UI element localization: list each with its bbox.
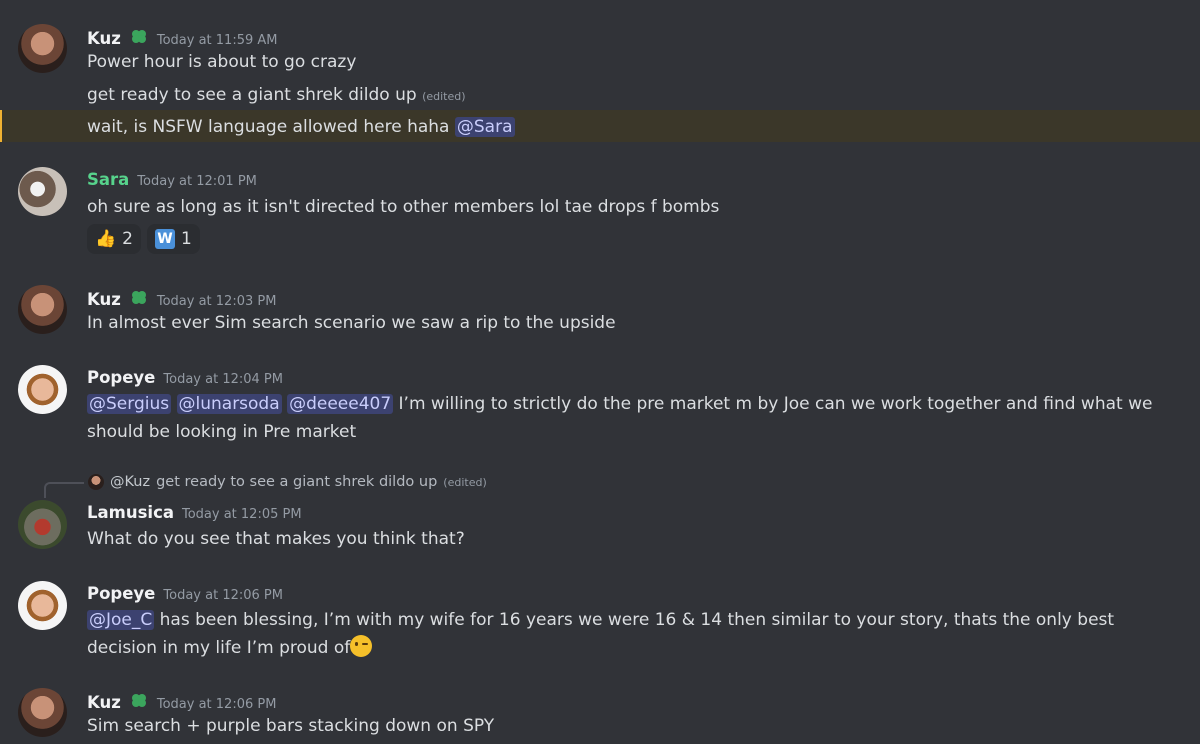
timestamp[interactable]: Today at 12:04 PM [163, 372, 283, 387]
avatar[interactable] [18, 500, 67, 549]
winking-face-icon [350, 635, 373, 657]
message-text: @Joe_C has been blessing, I’m with my wi… [87, 606, 1187, 662]
author-name[interactable]: Popeye [87, 584, 155, 603]
user-mention[interactable]: @deeee407 [287, 394, 394, 414]
author-name[interactable]: Popeye [87, 368, 155, 387]
avatar[interactable] [18, 24, 67, 73]
message-text: What do you see that makes you think tha… [87, 529, 465, 549]
timestamp[interactable]: Today at 12:01 PM [137, 174, 257, 189]
message-header: Kuz Today at 12:06 PM [87, 690, 276, 712]
author-name[interactable]: Kuz [87, 693, 121, 712]
reaction-count: 2 [122, 229, 133, 249]
timestamp[interactable]: Today at 12:03 PM [157, 294, 277, 309]
user-mention[interactable]: @Sergius [87, 394, 172, 414]
message-text: Sim search + purple bars stacking down o… [87, 716, 495, 736]
edited-label: (edited) [443, 475, 487, 489]
avatar[interactable] [18, 285, 67, 334]
message-header: Popeye Today at 12:06 PM [87, 584, 283, 603]
message-header: Kuz Today at 11:59 AM [87, 26, 278, 48]
message-text-body: wait, is NSFW language allowed here haha [87, 117, 455, 137]
edited-label: (edited) [422, 90, 466, 103]
message-text: oh sure as long as it isn't directed to … [87, 197, 720, 217]
author-name[interactable]: Sara [87, 170, 129, 189]
timestamp[interactable]: Today at 12:06 PM [157, 697, 277, 712]
w-emoji-icon: W [155, 229, 175, 249]
avatar[interactable] [18, 581, 67, 630]
author-name[interactable]: Kuz [87, 29, 121, 48]
timestamp[interactable]: Today at 12:06 PM [163, 588, 283, 603]
thumbs-up-icon: 👍 [95, 229, 117, 249]
user-mention[interactable]: @lunarsoda [176, 394, 282, 414]
message-text-body: has been blessing, I’m with my wife for … [87, 610, 1115, 658]
avatar[interactable] [18, 688, 67, 737]
clover-icon [129, 28, 149, 46]
reaction-count: 1 [181, 229, 192, 249]
message-text: In almost ever Sim search scenario we sa… [87, 313, 616, 333]
message-text-body: get ready to see a giant shrek dildo up [87, 85, 417, 105]
avatar[interactable] [18, 167, 67, 216]
message-header: Sara Today at 12:01 PM [87, 170, 257, 189]
mention-highlight-bar [0, 110, 2, 142]
clover-icon [129, 289, 149, 307]
reaction-w[interactable]: W 1 [147, 224, 200, 254]
reply-preview[interactable]: @Kuz get ready to see a giant shrek dild… [88, 474, 487, 490]
avatar[interactable] [18, 365, 67, 414]
message-text: @Sergius @lunarsoda @deeee407 I’m willin… [87, 390, 1187, 446]
author-name[interactable]: Lamusica [87, 503, 174, 522]
message-header: Lamusica Today at 12:05 PM [87, 503, 302, 522]
message-header: Kuz Today at 12:03 PM [87, 287, 276, 309]
author-name[interactable]: Kuz [87, 290, 121, 309]
user-mention[interactable]: @Sara [454, 117, 515, 137]
message-header: Popeye Today at 12:04 PM [87, 368, 283, 387]
message-text: wait, is NSFW language allowed here haha… [87, 114, 515, 140]
reactions-bar: 👍 2 W 1 [87, 224, 200, 254]
message-text: Power hour is about to go crazy [87, 52, 357, 72]
reply-text: get ready to see a giant shrek dildo up [156, 474, 438, 490]
reply-author[interactable]: @Kuz [110, 474, 150, 490]
timestamp[interactable]: Today at 12:05 PM [182, 507, 302, 522]
reply-spine [44, 482, 84, 498]
reaction-thumbs-up[interactable]: 👍 2 [87, 224, 141, 254]
user-mention[interactable]: @Joe_C [87, 610, 155, 630]
reply-avatar [88, 474, 104, 490]
timestamp[interactable]: Today at 11:59 AM [157, 33, 278, 48]
clover-icon [129, 692, 149, 710]
message-text: get ready to see a giant shrek dildo up … [87, 82, 466, 110]
